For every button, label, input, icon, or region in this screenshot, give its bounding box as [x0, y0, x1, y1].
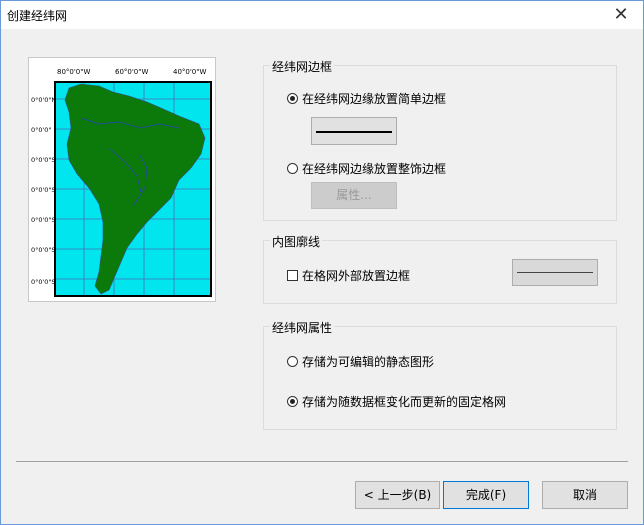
option-fixed-grid-label: 存储为随数据框变化而更新的固定格网 [302, 395, 507, 409]
radio-simple-border[interactable] [287, 93, 298, 104]
radio-static-graphics[interactable] [287, 356, 298, 367]
properties-button[interactable]: 属性... [311, 182, 397, 209]
graticule-border-label: 经纬网边框 [270, 58, 335, 75]
dialog-window: 创建经纬网 ✕ 80°0'0"W 60°0'0"W 40°0'0"W 0°0'0… [0, 0, 644, 525]
left-label: 0°0'0"S [31, 156, 56, 164]
left-label: 0°0'0"S [31, 186, 56, 194]
radio-fancy-border[interactable] [287, 163, 298, 174]
graticule-properties-label: 经纬网属性 [270, 319, 335, 336]
option-static-graphics[interactable]: 存储为可编辑的静态图形 [287, 353, 434, 370]
option-simple-border-label: 在经纬网边缘放置简单边框 [302, 92, 447, 106]
close-icon[interactable]: ✕ [599, 1, 643, 29]
left-label: 0°0'0"S [31, 278, 56, 286]
option-fancy-border-label: 在经纬网边缘放置整饰边框 [302, 162, 447, 176]
left-label: 0°0'0"N [31, 96, 56, 104]
inner-neatline-group: 内图廓线 在格网外部放置边框 [263, 233, 617, 304]
graticule-preview: 80°0'0"W 60°0'0"W 40°0'0"W 0°0'0"N 0°0'0… [28, 57, 216, 302]
left-label: 0°0'0" [31, 126, 51, 134]
option-simple-border[interactable]: 在经纬网边缘放置简单边框 [287, 90, 446, 107]
footer-separator [16, 461, 628, 462]
radio-fixed-grid[interactable] [287, 396, 298, 407]
finish-button[interactable]: 完成(F) [443, 481, 529, 509]
option-static-graphics-label: 存储为可编辑的静态图形 [302, 355, 435, 369]
cancel-button[interactable]: 取消 [542, 481, 628, 509]
simple-border-style-button[interactable] [311, 117, 397, 145]
option-fancy-border[interactable]: 在经纬网边缘放置整饰边框 [287, 160, 446, 177]
graticule-border-group: 经纬网边框 在经纬网边缘放置简单边框 在经纬网边缘放置整饰边框 属性... [263, 58, 617, 221]
left-label: 0°0'0"S [31, 216, 56, 224]
title-bar[interactable]: 创建经纬网 ✕ [1, 1, 643, 29]
window-title: 创建经纬网 [7, 9, 68, 23]
preview-map: 80°0'0"W 60°0'0"W 40°0'0"W 0°0'0"N 0°0'0… [31, 68, 212, 297]
graticule-properties-group: 经纬网属性 存储为可编辑的静态图形 存储为随数据框变化而更新的固定格网 [263, 319, 617, 430]
checkbox-outside-border[interactable] [287, 270, 298, 281]
left-label: 0°0'0"S [31, 246, 56, 254]
border-line-swatch [316, 131, 392, 133]
top-label-40w: 40°0'0"W [173, 68, 206, 76]
top-label-60w: 60°0'0"W [115, 68, 148, 76]
top-label-80w: 80°0'0"W [57, 68, 90, 76]
back-button[interactable]: < 上一步(B) [355, 481, 440, 509]
option-outside-border[interactable]: 在格网外部放置边框 [287, 267, 410, 284]
neatline-style-button[interactable] [512, 259, 598, 286]
inner-neatline-label: 内图廓线 [270, 233, 323, 250]
option-outside-border-label: 在格网外部放置边框 [302, 269, 411, 283]
neatline-line-swatch [517, 272, 593, 273]
option-fixed-grid[interactable]: 存储为随数据框变化而更新的固定格网 [287, 393, 506, 410]
